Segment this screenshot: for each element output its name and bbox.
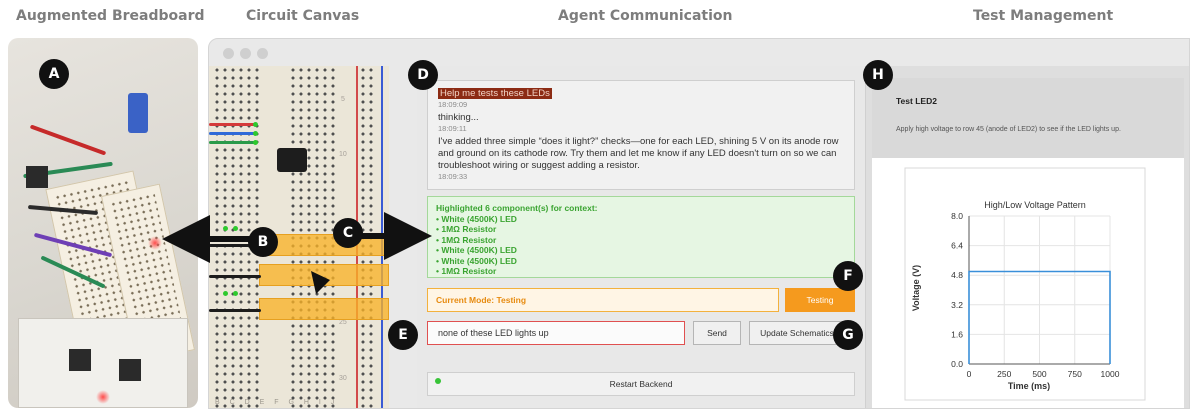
marker-b: B bbox=[248, 227, 278, 257]
marker-h: H bbox=[863, 60, 893, 90]
marker-c: C bbox=[333, 218, 363, 248]
marker-g: G bbox=[833, 320, 863, 350]
marker-a: A bbox=[39, 59, 69, 89]
marker-d: D bbox=[408, 60, 438, 90]
figure-root: Augmented Breadboard Circuit Canvas Agen… bbox=[0, 0, 1190, 409]
marker-f: F bbox=[833, 261, 863, 291]
annotation-arrows bbox=[162, 212, 432, 294]
mouse-cursor-icon bbox=[311, 271, 330, 294]
marker-e: E bbox=[388, 320, 418, 350]
